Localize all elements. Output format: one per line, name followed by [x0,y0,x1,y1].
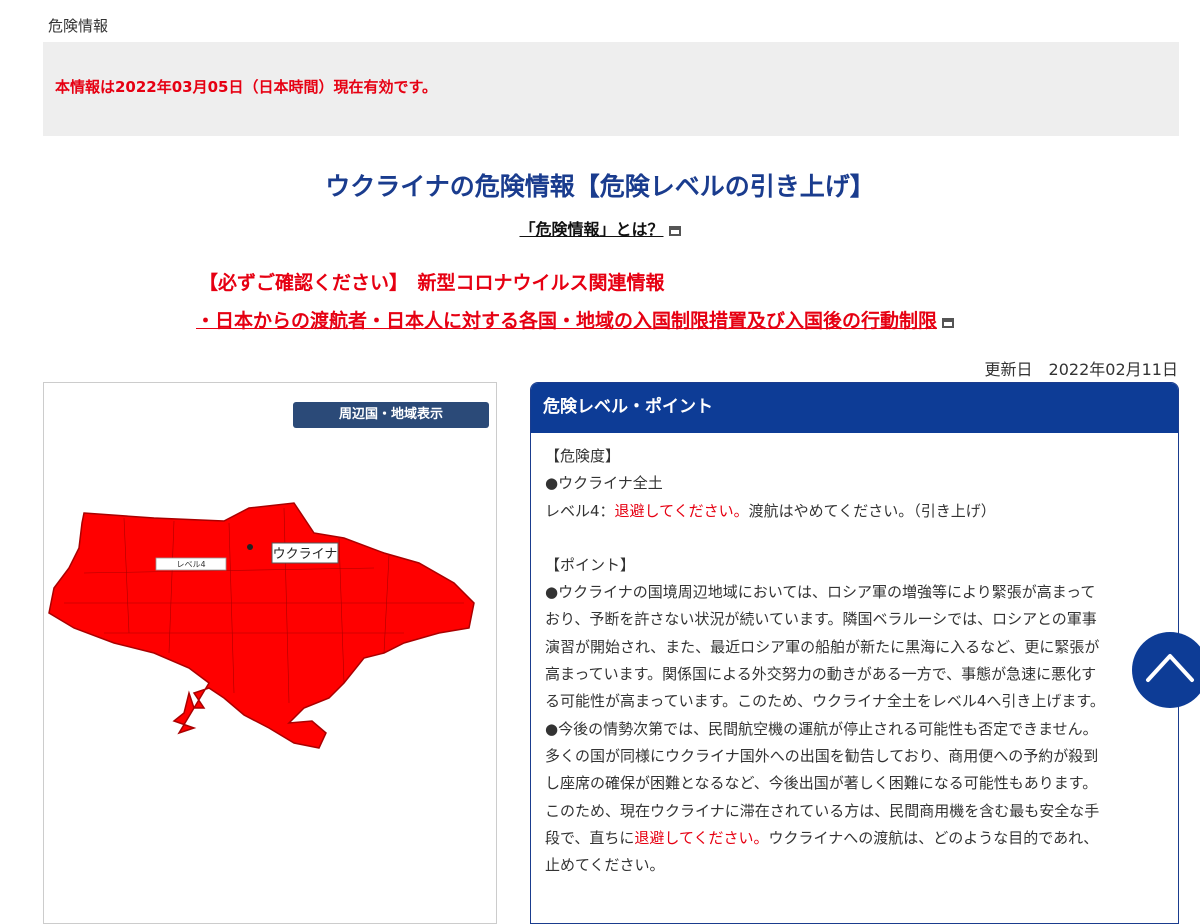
back-to-top-button[interactable] [1132,632,1200,708]
point-line: ●ウクライナの国境周辺地域においては、ロシア軍の増強等により緊張が高まって [545,583,1096,602]
evacuate-warning: 退避してください。 [614,501,749,520]
level-line: レベル4：退避してください。渡航はやめてください。（引き上げ） [545,498,1164,525]
level-prefix: レベル4： [545,501,615,520]
chevron-up-icon [1146,654,1194,682]
show-neighbors-button[interactable]: 周辺国・地域表示 [293,402,489,428]
panel-header: 危険レベル・ポイント [531,383,1178,433]
external-window-icon [942,318,955,328]
point-line: おり、予断を許さない状況が続いています。隣国ベラルーシでは、ロシアとの軍事 [545,610,1097,629]
point-line: 止めてください。 [545,856,665,875]
external-window-icon [668,226,681,236]
points-heading: 【ポイント】 [545,555,636,574]
what-is-danger-info-link[interactable]: 「危険情報」とは？ [519,220,663,239]
entry-restrictions-link[interactable]: ・日本からの渡航者・日本人に対する各国・地域の入国制限措置及び入国後の行動制限 [196,306,955,333]
capital-marker [247,544,253,550]
point-line: ●今後の情勢次第では、民間航空機の運航が停止される可能性も否定できません。 [545,719,1098,738]
danger-area: ●ウクライナ全土 [545,474,663,493]
danger-level-panel: 危険レベル・ポイント 【危険度】 ●ウクライナ全土 レベル4：退避してください。… [530,382,1179,924]
point-line: 多くの国が同様にウクライナ国外への出国を勧告しており、商用便への予約が殺到 [545,746,1099,765]
updated-date: 更新日 2022年02月11日 [984,360,1178,379]
last-post: ウクライナへの渡航は、どのような目的であれ、 [768,828,1099,847]
point-line: る可能性が高まっています。このため、ウクライナ全土をレベル4へ引き上げます。 [545,692,1105,711]
map-panel: 周辺国・地域表示 レベル4 ウクライナ [43,382,497,924]
ukraine-map[interactable]: レベル4 ウクライナ [44,493,496,753]
point-line: し座席の確保が困難となるなど、今後出国が著しく困難になる可能性もあります。 [545,774,1098,793]
point-line: 演習が開始され、また、最近ロシア軍の船舶が新たに黒海に入るなど、更に緊張が [545,637,1100,656]
point-line: このため、現在ウクライナに滞在されている方は、民間商用機を含む最も安全な手 [545,801,1100,820]
validity-notice: 本情報は2022年03月05日（日本時間）現在有効です。 [55,78,437,96]
evacuate-warning: 退避してください。 [634,828,769,847]
notice-box: 本情報は2022年03月05日（日本時間）現在有効です。 [43,42,1179,136]
danger-heading: 【危険度】 [545,447,621,465]
point-line: 段で、直ちに退避してください。ウクライナへの渡航は、どのような目的であれ、 [545,825,1164,852]
what-is-danger-info: 「危険情報」とは？ [0,216,1200,240]
level-label: レベル4 [176,560,205,569]
ukraine-shape [48,502,475,749]
panel-body: 【危険度】 ●ウクライナ全土 レベル4：退避してください。渡航はやめてください。… [531,433,1178,879]
country-label: ウクライナ [273,547,338,562]
page-title: ウクライナの危険情報【危険レベルの引き上げ】 [325,172,875,201]
breadcrumb: 危険情報 [48,17,109,35]
level-suffix: 渡航はやめてください。（引き上げ） [748,501,996,520]
covid-heading: 【必ずご確認ください】 新型コロナウイルス関連情報 [199,272,665,294]
last-pre: 段で、直ちに [545,828,635,847]
entry-restrictions-label: ・日本からの渡航者・日本人に対する各国・地域の入国制限措置及び入国後の行動制限 [196,310,938,332]
point-line: 高まっています。関係国による外交努力の動きがある一方で、事態が急速に悪化す [545,665,1097,684]
